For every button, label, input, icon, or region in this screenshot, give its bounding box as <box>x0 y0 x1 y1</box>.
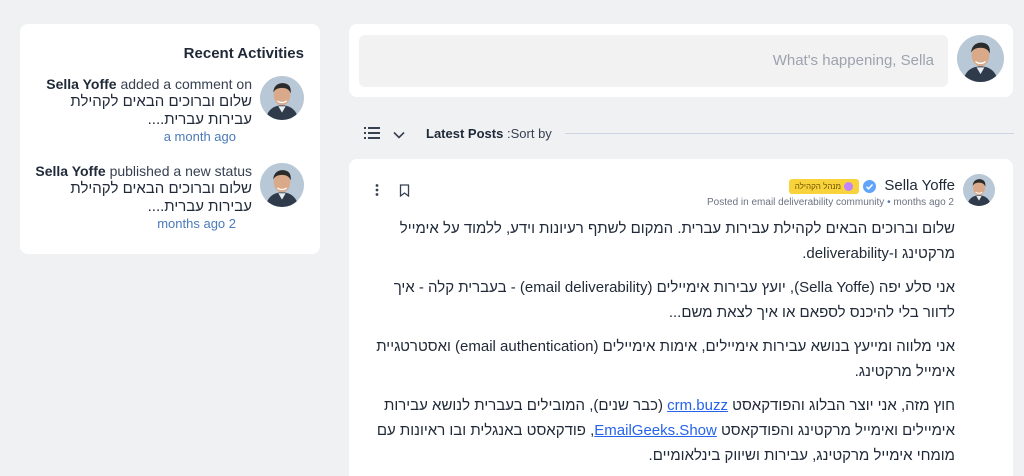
post-time[interactable]: months ago 2 <box>893 197 954 208</box>
activity-item: Sella Yoffe added a comment on שלום וברו… <box>14 76 304 148</box>
bookmark-icon[interactable] <box>399 184 410 202</box>
activity-post: Sella Yoffe מנהל הקהילה Posted in email … <box>349 159 1013 476</box>
meta-separator: • <box>887 197 891 208</box>
activity-action: added a comment on <box>120 76 252 92</box>
feed-sort-bar: Latest Posts :Sort by <box>360 120 1014 146</box>
divider <box>565 133 1014 134</box>
whats-happening-input[interactable]: What's happening, Sella <box>359 35 948 87</box>
emailgeeks-link[interactable]: EmailGeeks.Show <box>594 422 717 439</box>
activity-user-link[interactable]: Sella Yoffe <box>46 76 116 92</box>
post-body: שלום וברוכים הבאים לקהילת עבירות עברית. … <box>365 216 955 476</box>
activity-line: Sella Yoffe published a new status <box>35 163 252 179</box>
crm-buzz-link[interactable]: crm.buzz <box>667 397 728 414</box>
status-composer: What's happening, Sella <box>349 24 1013 97</box>
activity-time[interactable]: months ago 2 <box>157 216 236 231</box>
badge-icon <box>844 182 853 192</box>
avatar[interactable] <box>957 35 1004 82</box>
verified-icon <box>863 180 876 198</box>
post-author-link[interactable]: Sella Yoffe <box>884 177 955 194</box>
activity-time[interactable]: a month ago <box>164 129 236 144</box>
activity-line: Sella Yoffe added a comment on <box>46 76 252 92</box>
activity-text[interactable]: שלום וברוכים הבאים לקהילת עבירות עברית..… <box>52 180 252 216</box>
recent-activities-card: Recent Activities Sella Yoffe added a co… <box>20 24 320 254</box>
badge-label: מנהל הקהילה <box>794 182 841 191</box>
post-text: חוץ מזה, אני יוצר הבלוג והפודקאסט <box>727 397 955 414</box>
list-icon[interactable] <box>364 126 380 145</box>
post-paragraph: שלום וברוכים הבאים לקהילת עבירות עברית. … <box>399 220 955 262</box>
avatar[interactable] <box>260 76 304 120</box>
activity-user-link[interactable]: Sella Yoffe <box>35 163 105 179</box>
activity-item: Sella Yoffe published a new status שלום … <box>14 163 304 235</box>
post-paragraph: אני מלווה ומייעץ בנושא עבירות אימיילים, … <box>376 338 955 380</box>
avatar[interactable] <box>963 174 995 206</box>
recent-activities-title: Recent Activities <box>183 45 304 62</box>
latest-posts-sort[interactable]: Latest Posts <box>426 126 503 141</box>
community-admin-badge: מנהל הקהילה <box>789 179 859 194</box>
activity-action: published a new status <box>109 163 252 179</box>
kebab-icon[interactable] <box>375 183 379 201</box>
post-group-link[interactable]: Posted in email deliverability community <box>707 197 884 208</box>
post-paragraph: אני סלע יפה (Sella Yoffe), יועץ עבירות א… <box>393 279 955 321</box>
avatar[interactable] <box>260 163 304 207</box>
composer-placeholder: What's happening, Sella <box>772 52 934 69</box>
activity-text[interactable]: שלום וברוכים הבאים לקהילת עבירות עברית..… <box>52 93 252 129</box>
chevron-down-icon[interactable] <box>393 127 405 145</box>
sort-by-label: :Sort by <box>507 126 552 141</box>
post-meta: Posted in email deliverability community… <box>707 197 954 208</box>
post-paragraph: חוץ מזה, אני יוצר הבלוג והפודקאסט crm.bu… <box>365 393 955 468</box>
